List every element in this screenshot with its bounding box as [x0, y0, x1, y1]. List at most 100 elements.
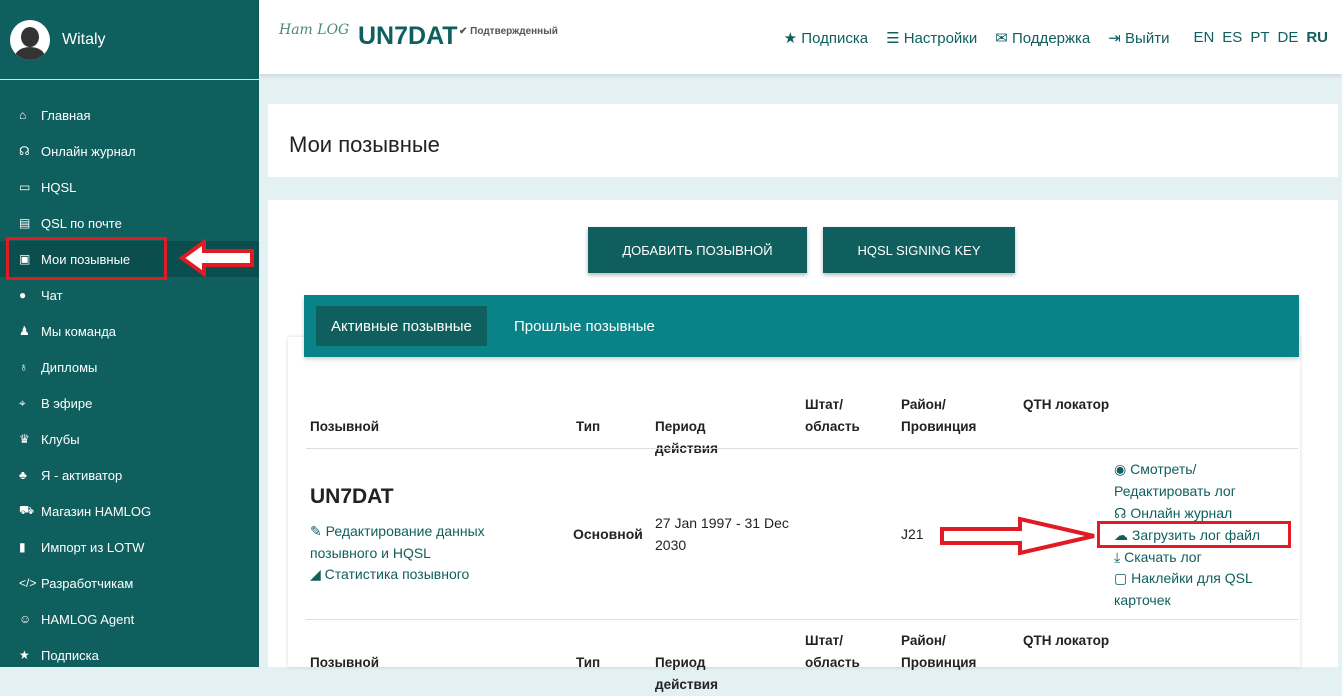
action-label: Скачать лог	[1124, 549, 1202, 565]
tab-past-callsigns[interactable]: Прошлые позывные	[499, 306, 670, 346]
user-name: Witaly	[62, 30, 106, 48]
header-nav-label: Выйти	[1125, 30, 1170, 47]
sidebar-item[interactable]: ♛ Клубы	[0, 421, 259, 457]
star-icon: ★	[19, 648, 30, 662]
page-title: Мои позывные	[289, 132, 440, 157]
sidebar-item[interactable]: ⛟ Магазин HAMLOG	[0, 493, 259, 529]
sidebar: Witaly ⌂ Главная ☊ Онлайн журнал ▭ HQSL ▤ QSL п…	[0, 0, 259, 667]
column-header: Позывной	[310, 419, 380, 434]
action-label: Онлайн журнал	[1130, 505, 1233, 521]
header-callsign: UN7DAT	[358, 22, 458, 50]
verified-label: Подтвержденный	[470, 26, 558, 37]
column-header: Позывной	[310, 655, 380, 670]
sidebar-item[interactable]: ☊ Онлайн журнал	[0, 133, 259, 169]
trophy-icon: ♛	[19, 432, 30, 446]
highlight-box	[1097, 521, 1291, 548]
title-card: Мои позывные	[268, 104, 1338, 177]
sidebar-item-label: Импорт из LOTW	[41, 539, 145, 555]
sidebar-item[interactable]: ⌂ Главная	[0, 97, 259, 133]
sidebar-item-label: Мы команда	[41, 323, 117, 339]
sidebar-item[interactable]: ▮ Импорт из LOTW	[0, 529, 259, 565]
chat-icon: ●	[19, 288, 27, 302]
action-label: Наклейки для QSL карточек	[1114, 570, 1253, 608]
add-callsign-button[interactable]: ДОБАВИТЬ ПОЗЫВНОЙ	[588, 227, 807, 273]
sticky-note-icon: ▢	[1114, 570, 1128, 586]
sidebar-item[interactable]: ▭ HQSL	[0, 169, 259, 205]
sidebar-item-label: В эфире	[41, 395, 93, 411]
header-nav-label: Подписка	[801, 30, 869, 47]
user-profile[interactable]: Witaly	[0, 0, 259, 80]
sidebar-item-label: Главная	[41, 107, 91, 123]
verified-badge: ✔ Подтвержденный	[459, 26, 558, 37]
sidebar-item[interactable]: ☺ HAMLOG Agent	[0, 601, 259, 637]
download-icon: ⤓	[1114, 549, 1121, 565]
sidebar-item-label: Клубы	[41, 431, 80, 447]
action-link[interactable]: ⤓ Скачать лог	[1114, 546, 1284, 568]
sidebar-item-label: Чат	[41, 287, 63, 303]
sidebar-item-label: Онлайн журнал	[41, 143, 136, 159]
column-header: Штат/ область	[805, 633, 860, 670]
sidebar-item[interactable]: ♣ Я - активатор	[0, 457, 259, 493]
lang-ru[interactable]: RU	[1306, 29, 1328, 47]
sidebar-item[interactable]: ♁ Дипломы	[0, 349, 259, 385]
column-header: Район/ Провинция	[901, 397, 977, 434]
stats-label: Статистика позывного	[324, 566, 470, 582]
home-icon: ⌂	[19, 108, 27, 122]
lang-de[interactable]: DE	[1277, 29, 1298, 47]
arrow-right-annotation	[940, 516, 1095, 556]
sidebar-item[interactable]: ▤ QSL по почте	[0, 205, 259, 241]
sidebar-item[interactable]: ♟ Мы команда	[0, 313, 259, 349]
divider	[306, 619, 1298, 620]
hamlog-logo[interactable]: Ham LOG	[279, 22, 349, 38]
column-header: Период действия	[655, 655, 718, 692]
sidebar-item-label: Я - активатор	[41, 467, 123, 483]
headset-icon: ☊	[19, 144, 30, 158]
sidebar-item[interactable]: ● Чат	[0, 277, 259, 313]
sliders-icon: ☰	[886, 30, 900, 47]
row-callsign: UN7DAT	[310, 485, 394, 508]
row-district: J21	[901, 526, 924, 542]
header-nav-link[interactable]: ☰ Настройки	[886, 29, 977, 47]
sidebar-item-label: QSL по почте	[41, 215, 122, 231]
sidebar-item-label: HQSL	[41, 179, 77, 195]
broadcast-icon: ⌖	[19, 395, 26, 410]
column-header: QTH локатор	[1023, 633, 1110, 648]
file-import-icon: ▮	[19, 540, 26, 554]
header-nav-link[interactable]: ★ Подписка	[784, 29, 868, 47]
highlight-box	[6, 237, 167, 280]
hqsl-signing-key-button[interactable]: HQSL SIGNING KEY	[823, 227, 1015, 273]
lang-es[interactable]: ES	[1222, 29, 1242, 47]
divider	[306, 448, 1298, 449]
lang-en[interactable]: EN	[1193, 29, 1214, 47]
eye-icon: ◉	[1114, 461, 1127, 477]
header-nav-link[interactable]: ⇥ Выйти	[1108, 29, 1169, 47]
sidebar-item-label: Дипломы	[41, 359, 98, 375]
sidebar-item[interactable]: ★ Подписка	[0, 637, 259, 673]
sidebar-item-label: Разработчикам	[41, 575, 134, 591]
tabs-bar: Активные позывные Прошлые позывные	[304, 295, 1299, 357]
row-period: 27 Jan 1997 - 31 Dec 2030	[655, 515, 789, 553]
header-nav-link[interactable]: ✉ Поддержка	[995, 29, 1090, 47]
arrow-left-annotation	[178, 238, 254, 278]
action-label: Смотреть/ Редактировать лог	[1114, 461, 1236, 499]
star-icon: ★	[783, 30, 798, 47]
tab-active-callsigns[interactable]: Активные позывные	[316, 306, 487, 346]
edit-callsign-label: Редактирование данных позывного и HQSL	[310, 523, 485, 561]
column-header: Тип	[576, 655, 601, 670]
sidebar-item[interactable]: </> Разработчикам	[0, 565, 259, 601]
column-header: Тип	[576, 419, 601, 434]
lang-pt[interactable]: PT	[1250, 29, 1269, 47]
inbox-icon: ▭	[19, 180, 31, 194]
column-header: QTH локатор	[1023, 397, 1110, 412]
card-icon: ▤	[19, 216, 31, 230]
sidebar-item[interactable]: ⌖ В эфире	[0, 385, 259, 421]
edit-callsign-link[interactable]: ✎ Редактирование данных позывного и HQSL	[310, 520, 510, 564]
code-icon: </>	[19, 576, 37, 590]
action-link[interactable]: ◉ Смотреть/ Редактировать лог	[1114, 458, 1284, 502]
avatar	[10, 19, 50, 60]
callsign-stats-link[interactable]: ◢ Статистика позывного	[310, 563, 469, 585]
action-link[interactable]: ▢ Наклейки для QSL карточек	[1114, 567, 1284, 611]
robot-icon: ☺	[19, 612, 32, 626]
sidebar-item-label: Подписка	[41, 647, 99, 663]
top-bar: Ham LOG UN7DAT ✔ Подтвержденный ★ Подпис…	[259, 0, 1342, 74]
